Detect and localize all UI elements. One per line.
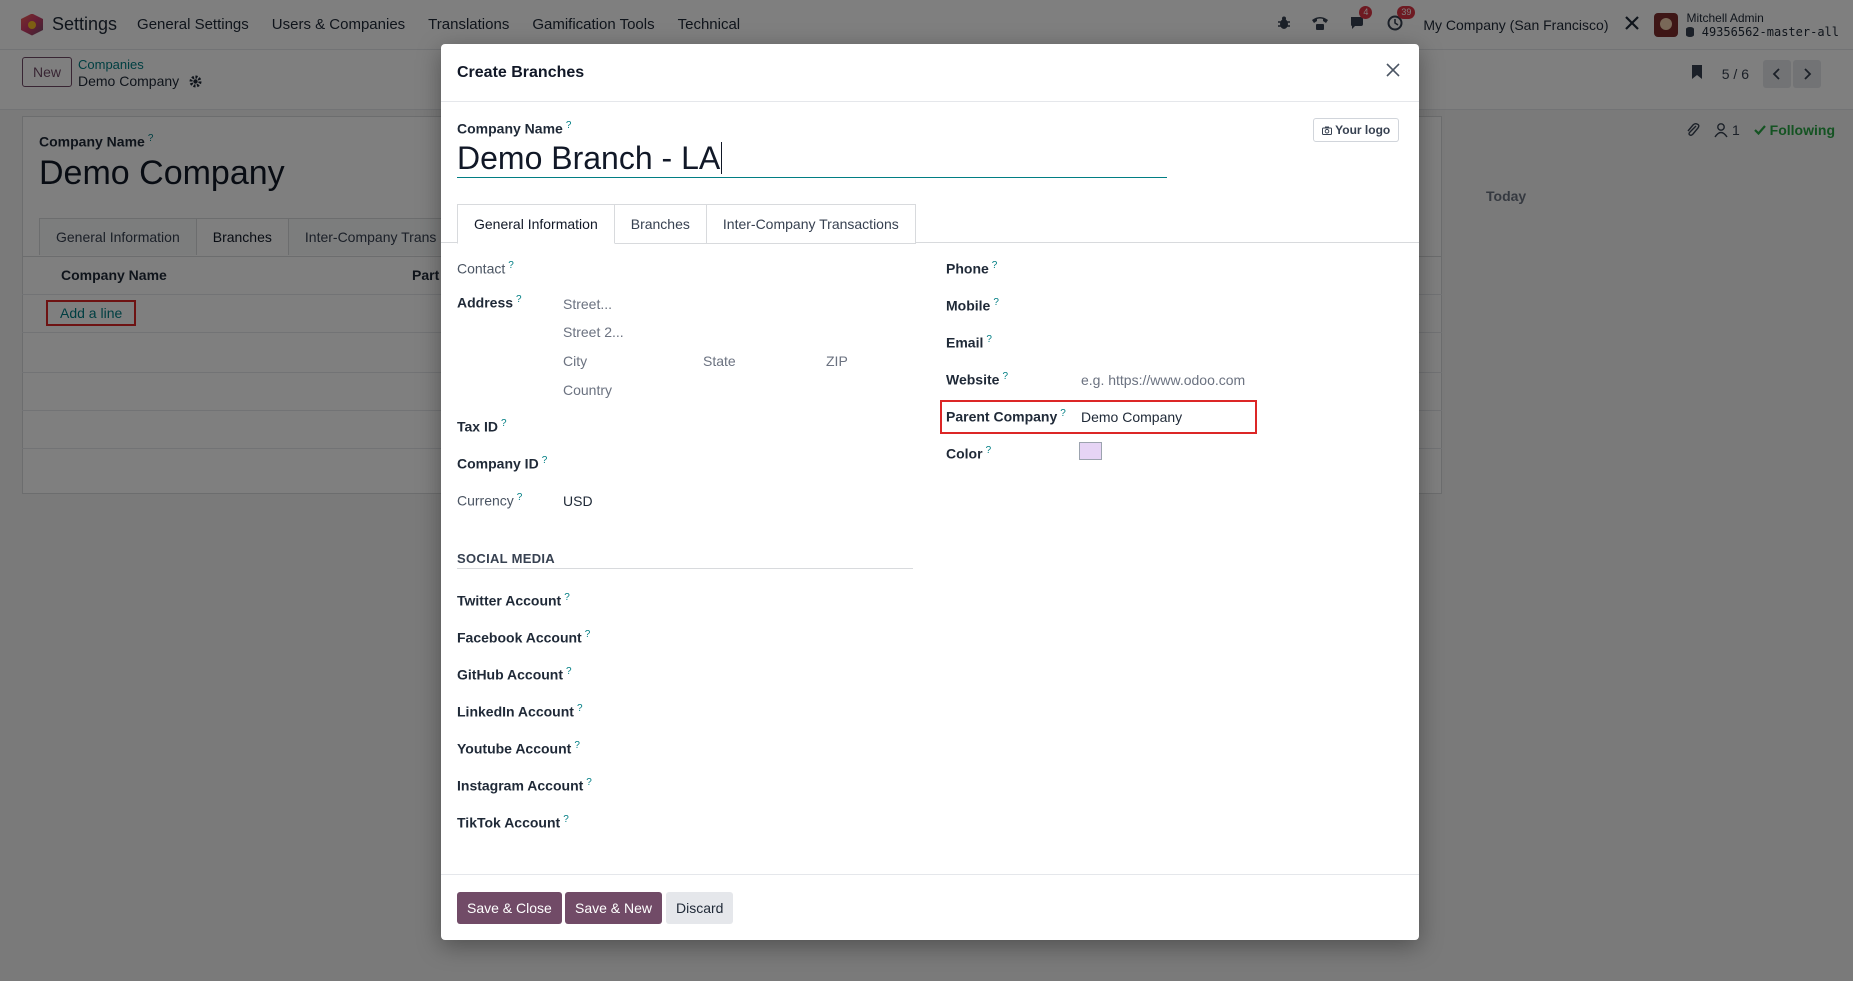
tiktok-label: TikTok Account? <box>457 814 569 831</box>
discard-button[interactable]: Discard <box>666 892 734 924</box>
twitter-label: Twitter Account? <box>457 592 570 609</box>
camera-icon <box>1322 126 1332 135</box>
email-label: Email? <box>946 334 992 351</box>
company-name-label: Company Name? <box>457 120 572 137</box>
your-logo-button[interactable]: Your logo <box>1313 118 1400 142</box>
dialog-header: Create Branches <box>441 44 1419 102</box>
linkedin-label: LinkedIn Account? <box>457 703 583 720</box>
phone-label: Phone? <box>946 260 998 277</box>
github-label: GitHub Account? <box>457 666 572 683</box>
parent-company-label: Parent Company? <box>946 408 1066 425</box>
country-input[interactable]: Country <box>563 382 612 398</box>
tab-inter-company-transactions[interactable]: Inter-Company Transactions <box>705 204 916 244</box>
mobile-label: Mobile? <box>946 297 999 314</box>
state-input[interactable]: State <box>703 353 736 369</box>
color-label: Color? <box>946 445 992 462</box>
section-divider <box>457 568 913 569</box>
save-close-button[interactable]: Save & Close <box>457 892 562 924</box>
instagram-label: Instagram Account? <box>457 777 592 794</box>
website-input[interactable]: e.g. https://www.odoo.com <box>1081 372 1245 388</box>
facebook-label: Facebook Account? <box>457 629 591 646</box>
address-label: Address? <box>457 294 522 311</box>
color-swatch[interactable] <box>1079 442 1102 460</box>
zip-input[interactable]: ZIP <box>826 353 848 369</box>
city-input[interactable]: City <box>563 353 587 369</box>
street2-input[interactable]: Street 2... <box>563 324 624 340</box>
website-label: Website? <box>946 371 1008 388</box>
tab-general-information[interactable]: General Information <box>457 204 615 244</box>
tax-id-label: Tax ID? <box>457 418 507 435</box>
close-icon[interactable] <box>1381 58 1405 82</box>
create-branches-dialog: Create Branches Company Name? Demo Branc… <box>441 44 1419 940</box>
company-id-label: Company ID? <box>457 455 548 472</box>
youtube-label: Youtube Account? <box>457 740 580 757</box>
street-input[interactable]: Street... <box>563 296 612 312</box>
tab-branches[interactable]: Branches <box>613 204 707 244</box>
dialog-title: Create Branches <box>457 64 585 81</box>
parent-company-field[interactable]: Demo Company <box>1081 409 1182 425</box>
save-new-button[interactable]: Save & New <box>565 892 663 924</box>
currency-label: Currency? <box>457 492 523 509</box>
social-media-section: SOCIAL MEDIA <box>457 551 555 566</box>
company-name-value: Demo Branch - LA <box>457 140 721 176</box>
your-logo-label: Your logo <box>1335 123 1391 137</box>
dialog-tabs: General Information Branches Inter-Compa… <box>457 204 916 244</box>
contact-label: Contact? <box>457 260 514 277</box>
company-name-input[interactable]: Demo Branch - LA <box>457 138 1167 178</box>
currency-field[interactable]: USD <box>563 493 593 509</box>
text-caret <box>721 142 723 174</box>
